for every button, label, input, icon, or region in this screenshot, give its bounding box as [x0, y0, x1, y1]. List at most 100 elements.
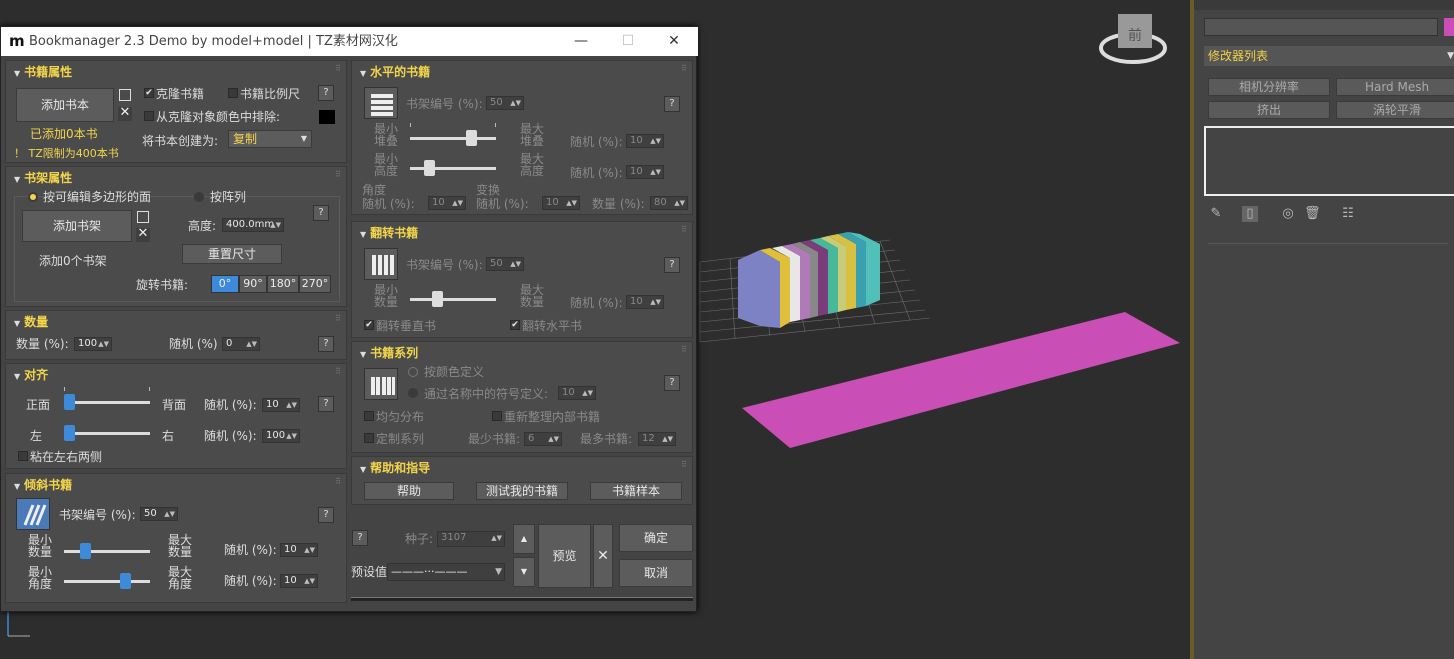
- random-spinner-1[interactable]: 10 ▲▼: [280, 543, 318, 557]
- random-spinner-1[interactable]: 10 ▲▼: [626, 134, 664, 148]
- seed-spinner[interactable]: 3107 ▲▼: [437, 531, 505, 547]
- shelf-no-spinner[interactable]: 50 ▲▼: [486, 257, 524, 271]
- count-spinner[interactable]: 80 ▲▼: [650, 196, 688, 210]
- by-array-radio[interactable]: [194, 192, 204, 202]
- cancel-button[interactable]: 取消: [619, 559, 693, 587]
- rotate-90-button[interactable]: 90°: [239, 275, 267, 293]
- seed-up-button[interactable]: ▲: [513, 524, 535, 554]
- tilt-qty-slider[interactable]: [64, 550, 150, 553]
- rotate-0-button[interactable]: 0°: [211, 275, 239, 293]
- left-right-knob[interactable]: [64, 425, 75, 441]
- panel-title[interactable]: ▼ 对齐: [14, 366, 48, 383]
- front-back-slider[interactable]: [64, 401, 150, 404]
- height-spinner[interactable]: 400.0mm ▲▼: [222, 218, 284, 232]
- random-spinner-2[interactable]: 100 ▲▼: [262, 429, 300, 443]
- random-spinner-2[interactable]: 10 ▲▼: [626, 165, 664, 179]
- modifier-button-3[interactable]: 挤出: [1208, 101, 1330, 119]
- random-spinner[interactable]: 0 ▲▼: [222, 337, 260, 351]
- clone-books-checkbox[interactable]: ✔: [144, 88, 154, 98]
- panel-title[interactable]: ▼ 帮助和指导: [360, 459, 430, 476]
- flip-vertical-checkbox[interactable]: ✔: [364, 320, 374, 330]
- help-button[interactable]: ?: [318, 85, 334, 101]
- help-button[interactable]: ?: [318, 336, 334, 352]
- flip-qty-slider[interactable]: [410, 298, 496, 301]
- add-shelf-button[interactable]: 添加书架: [22, 210, 132, 242]
- color-swatch[interactable]: [319, 110, 335, 124]
- grip-icon[interactable]: ⠿: [335, 477, 341, 486]
- by-symbol-radio[interactable]: [408, 388, 418, 398]
- panel-title[interactable]: ▼ 书架属性: [14, 169, 72, 186]
- modifier-button-2[interactable]: Hard Mesh: [1336, 78, 1454, 96]
- grip-icon[interactable]: ⠿: [681, 345, 687, 354]
- proportional-checkbox[interactable]: [228, 88, 238, 98]
- panel-title[interactable]: ▼ 倾斜书籍: [14, 476, 72, 493]
- quantity-spinner[interactable]: 100 ▲▼: [74, 337, 112, 351]
- stick-sides-checkbox[interactable]: [18, 451, 28, 461]
- add-book-button[interactable]: 添加书本: [16, 88, 114, 122]
- title-bar[interactable]: m Bookmanager 2.3 Demo by model+model | …: [1, 27, 698, 56]
- angle-random-spinner[interactable]: 10 ▲▼: [428, 196, 466, 210]
- panel-title[interactable]: ▼ 翻转书籍: [360, 224, 418, 241]
- reorganize-checkbox[interactable]: [492, 411, 502, 421]
- book-sample-button[interactable]: 书籍样本: [590, 482, 682, 500]
- modifier-list-dropdown[interactable]: 修改器列表 ▼: [1204, 46, 1454, 66]
- maximize-icon[interactable]: ☐: [613, 27, 643, 56]
- help-button[interactable]: ?: [664, 375, 680, 391]
- rotate-180-button[interactable]: 180°: [267, 275, 299, 293]
- exclude-color-checkbox[interactable]: [144, 111, 154, 121]
- grip-icon[interactable]: ⠿: [335, 367, 341, 376]
- remove-icon[interactable]: ✕: [118, 106, 132, 121]
- tilt-qty-knob[interactable]: [80, 543, 91, 559]
- shelf-no-spinner[interactable]: 50 ▲▼: [486, 96, 524, 110]
- help-button[interactable]: ?: [664, 96, 680, 112]
- window-icon[interactable]: [119, 89, 131, 101]
- left-right-slider[interactable]: [64, 432, 150, 435]
- preset-dropdown[interactable]: ———···——— ▼: [387, 563, 505, 581]
- grip-icon[interactable]: ⠿: [335, 314, 341, 323]
- custom-series-checkbox[interactable]: [364, 433, 374, 443]
- tilt-angle-slider[interactable]: [64, 580, 150, 583]
- panel-title[interactable]: ▼ 书籍系列: [360, 344, 418, 361]
- help-button[interactable]: ?: [318, 396, 334, 412]
- preview-button[interactable]: 预览: [538, 524, 591, 588]
- grip-icon[interactable]: ⠿: [335, 170, 341, 179]
- max-books-spinner[interactable]: 12 ▲▼: [638, 432, 676, 446]
- configure-icon[interactable]: ☷: [1340, 206, 1356, 222]
- tilt-angle-knob[interactable]: [120, 573, 131, 589]
- command-panel-tabs[interactable]: [1194, 0, 1454, 10]
- flip-horizontal-checkbox[interactable]: ✔: [510, 320, 520, 330]
- shelf-no-spinner[interactable]: 50 ▲▼: [140, 507, 178, 521]
- object-color-swatch[interactable]: [1444, 18, 1454, 36]
- close-icon[interactable]: ✕: [659, 27, 689, 56]
- modifier-button-1[interactable]: 相机分辨率: [1208, 78, 1330, 96]
- stack-slider[interactable]: [410, 137, 496, 140]
- grip-icon[interactable]: ⠿: [681, 64, 687, 73]
- show-end-result-icon[interactable]: ▯: [1242, 206, 1258, 222]
- close-preview-icon[interactable]: ✕: [593, 524, 613, 588]
- modifier-stack[interactable]: [1204, 126, 1454, 196]
- swap-random-spinner[interactable]: 10 ▲▼: [542, 196, 580, 210]
- modifier-button-4[interactable]: 涡轮平滑: [1336, 101, 1454, 119]
- make-unique-icon[interactable]: ◎: [1280, 206, 1296, 222]
- random-spinner-2[interactable]: 10 ▲▼: [280, 574, 318, 588]
- random-spinner[interactable]: 10 ▲▼: [626, 295, 664, 309]
- reset-size-button[interactable]: 重置尺寸: [182, 244, 282, 264]
- even-checkbox[interactable]: [364, 411, 374, 421]
- help-button[interactable]: 帮助: [364, 482, 454, 500]
- help-button[interactable]: ?: [664, 257, 680, 273]
- remove-icon[interactable]: ✕: [136, 227, 150, 242]
- window-icon[interactable]: [137, 211, 149, 223]
- grip-icon[interactable]: ⠿: [681, 225, 687, 234]
- min-books-spinner[interactable]: 6 ▲▼: [524, 432, 562, 446]
- minimize-icon[interactable]: —: [566, 27, 596, 56]
- panel-title[interactable]: ▼ 水平的书籍: [360, 63, 430, 80]
- front-back-knob[interactable]: [64, 394, 75, 410]
- panel-title[interactable]: ▼ 书籍属性: [14, 63, 72, 80]
- grip-icon[interactable]: ⠿: [681, 460, 687, 469]
- height-knob[interactable]: [424, 160, 435, 176]
- help-button[interactable]: ?: [352, 530, 368, 546]
- flip-qty-knob[interactable]: [432, 291, 443, 307]
- by-color-radio[interactable]: [408, 367, 418, 377]
- grip-icon[interactable]: ⠿: [335, 64, 341, 73]
- by-poly-radio[interactable]: [28, 192, 38, 202]
